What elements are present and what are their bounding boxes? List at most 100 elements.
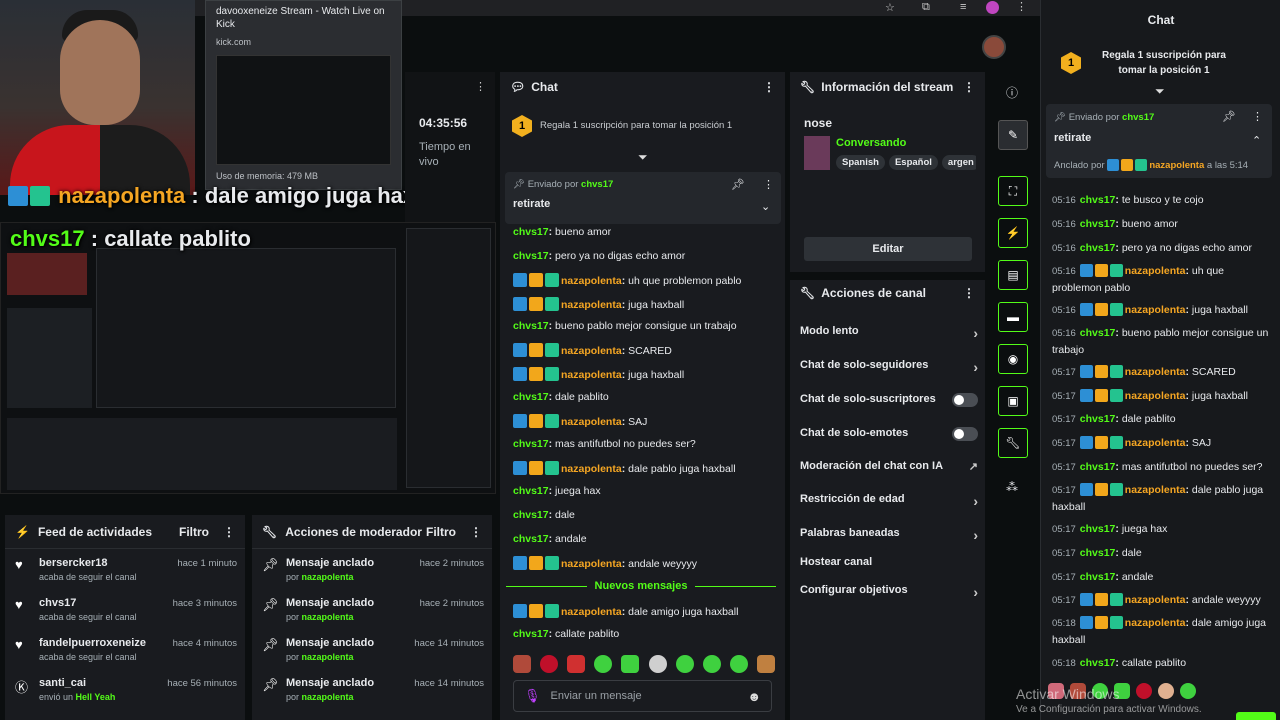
profile-avatar[interactable] [986,1,999,14]
action-ai-moderation[interactable]: Moderación del chat con IA ↗ [800,460,978,473]
chat-username[interactable]: chvs17 [513,250,549,262]
bolt-icon[interactable]: ⚡ [998,218,1028,248]
send-button[interactable] [1236,712,1276,720]
info-icon[interactable]: ⓘ [1006,84,1018,101]
chat-username[interactable]: chvs17 [1080,523,1116,535]
modact-user[interactable]: nazapolenta [302,612,354,622]
chat-username[interactable]: chvs17 [1080,547,1116,559]
chat-username[interactable]: nazapolenta [1125,617,1186,629]
action-followers-only[interactable]: Chat de solo-seguidores › [800,359,978,375]
chat-username[interactable]: chvs17 [1080,571,1116,583]
actions-menu-icon[interactable]: ⋮ [963,286,975,300]
chat-username[interactable]: chvs17 [1080,461,1116,473]
anchor-user[interactable]: nazapolenta [1149,160,1204,171]
action-goals[interactable]: Configurar objetivos › [800,584,978,600]
extensions-icon[interactable]: ⧉ [922,1,930,14]
chevron-up-icon[interactable]: ⌃ [1252,134,1261,147]
modact-user[interactable]: nazapolenta [302,572,354,582]
modact-menu-icon[interactable]: ⋮ [470,525,482,539]
user-avatar[interactable] [982,35,1006,59]
wrench-icon[interactable]: 🔧︎ [998,428,1028,458]
emoji-icon[interactable]: ☻ [747,689,761,704]
chat-username[interactable]: nazapolenta [561,606,622,618]
document-icon[interactable]: ▤ [998,260,1028,290]
apps-icon[interactable]: ⁂ [1006,480,1018,494]
chat-username[interactable]: chvs17 [513,509,549,521]
action-host-channel[interactable]: Hostear canal [800,556,978,568]
broadcast-icon[interactable]: ◉ [998,344,1028,374]
edit-icon[interactable]: ✎ [998,120,1028,150]
pinned-user[interactable]: chvs17 [581,179,613,190]
chevron-down-icon[interactable]: ⌄ [761,200,770,213]
chat-username[interactable]: nazapolenta [561,416,622,428]
emote-icon[interactable] [1136,683,1152,699]
action-emotes-only[interactable]: Chat de solo-emotes [800,427,978,441]
info-menu-icon[interactable]: ⋮ [963,80,975,94]
chat-username[interactable]: chvs17 [1080,218,1116,230]
tag[interactable]: Spanish [836,155,885,170]
chat-username[interactable]: chvs17 [1080,657,1116,669]
emote-icon[interactable] [1158,683,1174,699]
pinned-menu-icon[interactable]: ⋮ [763,178,774,191]
modact-user[interactable]: nazapolenta [302,692,354,702]
emote-icon[interactable] [621,655,640,673]
chat-username[interactable]: nazapolenta [1125,594,1186,606]
emote-icon[interactable] [513,655,531,673]
microphone-icon[interactable]: 🎙︎ [524,688,541,704]
action-banned-words[interactable]: Palabras baneadas › [800,527,978,543]
chat-username[interactable]: nazapolenta [561,558,622,570]
action-slow-mode[interactable]: Modo lento › [800,325,978,341]
chat-username[interactable]: chvs17 [513,485,549,497]
subscribers-only-toggle[interactable] [952,393,978,407]
new-messages-divider[interactable]: Nuevos mensajes [506,578,776,594]
action-subscribers-only[interactable]: Chat de solo-suscriptores [800,393,978,407]
chat-icon[interactable]: ▬ [998,302,1028,332]
chat-username[interactable]: chvs17 [513,438,549,450]
chat-username[interactable]: nazapolenta [561,299,622,311]
action-age-restriction[interactable]: Restricción de edad › [800,493,978,509]
emote-icon[interactable] [756,655,775,673]
pinned-menu-icon[interactable]: ⋮ [1252,110,1263,123]
feed-filter-button[interactable]: Filtro [179,525,209,539]
chat-username[interactable]: nazapolenta [1125,484,1186,496]
emote-icon[interactable] [540,655,559,673]
pinned-user[interactable]: chvs17 [1122,112,1154,123]
chat-username[interactable]: chvs17 [513,391,549,403]
star-icon[interactable]: ☆ [885,1,895,14]
chat-username[interactable]: chvs17 [1080,413,1116,425]
feed-user[interactable]: fandelpuerroxeneize [39,637,146,649]
screenshot-icon[interactable]: ⛶ [998,176,1028,206]
chat-username[interactable]: nazapolenta [1125,366,1186,378]
chat-username[interactable]: chvs17 [1080,194,1116,206]
emote-icon[interactable] [567,655,586,673]
chat-username[interactable]: chvs17 [513,320,549,332]
modact-user[interactable]: nazapolenta [302,652,354,662]
filter-icon[interactable]: ⏷ [1155,84,1165,99]
category-name[interactable]: Conversando [836,137,906,149]
tag[interactable]: argen [941,155,976,170]
browser-menu-icon[interactable]: ⋮ [1016,0,1027,13]
chat-username[interactable]: nazapolenta [561,275,622,287]
chat-menu-icon[interactable]: ⋮ [763,80,775,94]
chat-username[interactable]: chvs17 [513,226,549,238]
chat-username[interactable]: nazapolenta [1125,265,1186,277]
chat-username[interactable]: chvs17 [1080,327,1116,339]
unpin-icon[interactable]: 📌︎ [1222,110,1236,123]
chat-username[interactable]: nazapolenta [1125,304,1186,316]
chat-input[interactable]: 🎙︎ Enviar un mensaje ☻ [513,680,772,712]
gift-leaderboard[interactable]: 1 Regala 1 suscripción para tomar la posi… [512,112,773,140]
emote-icon[interactable] [675,655,694,673]
unpin-icon[interactable]: 📌︎ [731,178,745,191]
chat-username[interactable]: nazapolenta [1125,437,1186,449]
emote-icon[interactable] [594,655,613,673]
media-icon[interactable]: ≡ [960,1,966,13]
chat-username[interactable]: nazapolenta [561,463,622,475]
stats-menu-icon[interactable]: ⋮ [475,80,486,93]
chat-username[interactable]: chvs17 [1080,242,1116,254]
feed-user[interactable]: santi_cai [39,677,115,689]
feed-menu-icon[interactable]: ⋮ [223,525,235,539]
feed-user[interactable]: bersercker18 [39,557,137,569]
emotes-only-toggle[interactable] [952,427,978,441]
layout-icon[interactable]: ▣ [998,386,1028,416]
feed-user[interactable]: chvs17 [39,597,137,609]
